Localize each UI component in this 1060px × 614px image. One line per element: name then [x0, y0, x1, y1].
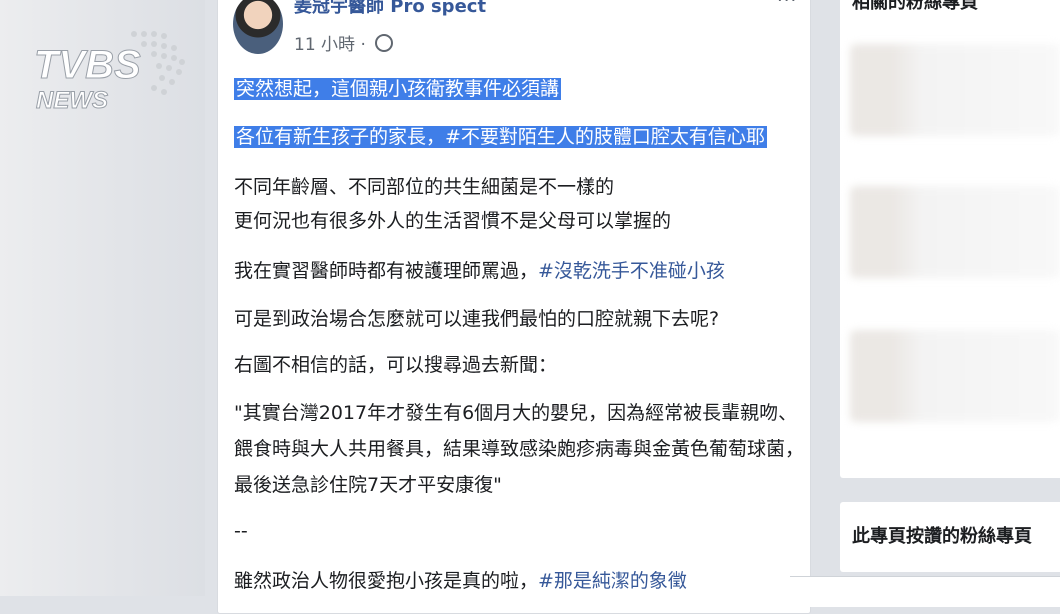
post-line-10: 最後送急診住院7天才平安康復": [234, 474, 502, 496]
highlighted-text: 突然想起，這個親小孩衛教事件必須講: [234, 78, 562, 100]
line-text: 我在實習醫師時都有被護理師罵過，: [234, 260, 539, 282]
post-line-12: 雖然政治人物很愛抱小孩是真的啦，#那是純潔的象徵: [234, 566, 687, 593]
post-line-7: 右圖不相信的話，可以搜尋過去新聞：: [234, 354, 558, 376]
related-pages-title: 相關的粉絲專頁: [852, 0, 978, 13]
post-time: 11 小時 ·: [294, 35, 366, 55]
post-line-6: 可是到政治場合怎麼就可以連我們最怕的口腔就親下去呢?: [234, 308, 720, 330]
globe-icon: [375, 34, 394, 52]
line-text: 雖然政治人物很愛抱小孩是真的啦，: [234, 570, 539, 592]
tvbs-news-logo: TVBS NEWS: [34, 31, 185, 115]
post-author[interactable]: 姜冠宇醫師 Pro spect: [294, 0, 486, 18]
post-line-1: 突然想起，這個親小孩衛教事件必須講: [234, 74, 562, 101]
post-line-3: 不同年齡層、不同部位的共生細菌是不一樣的: [234, 176, 615, 198]
post-line-8: "其實台灣2017年才發生有6個月大的嬰兒，因為經常被長輩親吻、: [234, 402, 798, 424]
blurred-page-item[interactable]: [850, 186, 1060, 278]
liked-pages-title: 此專頁按讚的粉絲專頁: [852, 526, 1032, 547]
post-line-2: 各位有新生孩子的家長，#不要對陌生人的肢體口腔太有信心耶: [234, 122, 767, 149]
blurred-page-item[interactable]: [850, 330, 1060, 422]
hashtag-link[interactable]: #沒乾洗手不准碰小孩: [538, 260, 725, 282]
chat-bar[interactable]: [790, 576, 1060, 607]
logo-text-tvbs: TVBS: [34, 43, 141, 87]
post-line-11: --: [234, 520, 248, 542]
highlighted-text: 各位有新生孩子的家長，#不要對陌生人的肢體口腔太有信心耶: [234, 126, 767, 148]
post-line-5: 我在實習醫師時都有被護理師罵過，#沒乾洗手不准碰小孩: [234, 256, 725, 283]
post-timestamp[interactable]: 11 小時 ·: [294, 30, 394, 55]
blurred-page-item[interactable]: [850, 44, 1060, 136]
logo-text-news: NEWS: [36, 87, 108, 114]
post-line-4: 更何況也有很多外人的生活習慣不是父母可以掌握的: [234, 210, 672, 232]
post-line-9: 餵食時與大人共用餐具，結果導致感染皰疹病毒與金黃色葡萄球菌，: [234, 438, 805, 460]
more-options-icon[interactable]: ···: [777, 0, 797, 11]
hashtag-link[interactable]: #那是純潔的象徵: [538, 570, 687, 592]
